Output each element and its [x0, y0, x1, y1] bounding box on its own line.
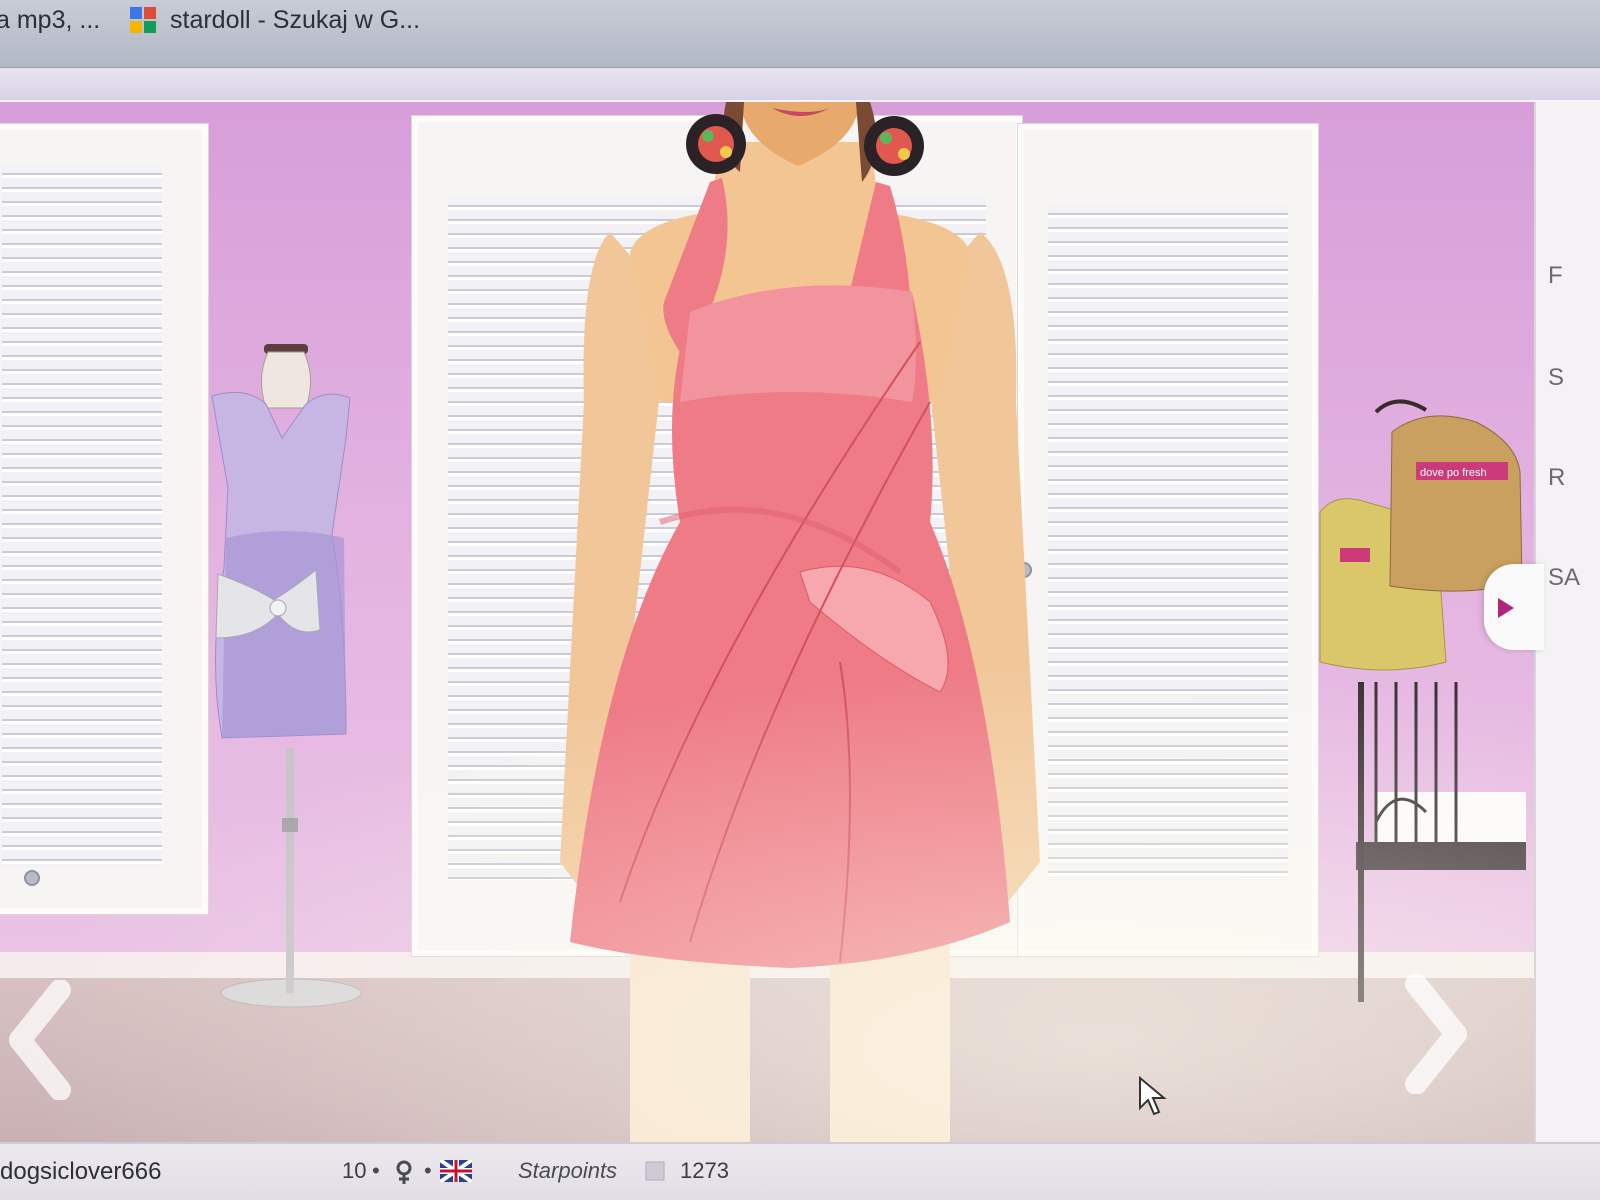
side-menu-item[interactable]: S — [1548, 364, 1564, 392]
tab-google-search[interactable]: stardoll - Szukaj w G... — [128, 0, 428, 40]
side-menu-item[interactable]: F — [1548, 262, 1563, 290]
avatar-doll[interactable] — [540, 102, 1060, 1142]
previous-arrow-icon[interactable] — [0, 980, 90, 1100]
username-link[interactable]: dogsiclover666 — [0, 1158, 161, 1186]
game-status-bar: dogsiclover666 10 • • Starpoints 1273 — [0, 1142, 1600, 1200]
tab-mp3[interactable]: a mp3, ... — [0, 0, 116, 40]
side-menu-item[interactable]: SA — [1548, 564, 1580, 592]
uk-flag-icon — [440, 1160, 472, 1182]
mouse-cursor-icon — [1139, 1076, 1167, 1116]
mannequin[interactable] — [196, 338, 376, 1018]
starpoints-value: 1273 — [680, 1158, 729, 1183]
starpoints-icon — [645, 1161, 665, 1181]
backpack-label: dove po fresh — [1420, 467, 1487, 479]
starpoints-label: Starpoints — [518, 1158, 618, 1183]
level-value: 10 — [342, 1158, 367, 1183]
side-menu-item[interactable]: R — [1548, 464, 1565, 492]
next-arrow-icon[interactable] — [1388, 974, 1478, 1094]
dressing-room-scene: dove po fresh — [0, 102, 1570, 1142]
google-search-favicon-icon — [130, 7, 156, 33]
tab-label: a mp3, ... — [0, 5, 101, 34]
tab-label: stardoll - Szukaj w G... — [170, 5, 421, 34]
separator-dot: • — [372, 1158, 380, 1183]
left-closet-door — [0, 124, 208, 914]
browser-toolbar — [0, 68, 1600, 102]
wardrobe-door-right — [1016, 124, 1318, 956]
play-arrow-icon — [1498, 598, 1514, 618]
browser-tab-bar: a mp3, ... stardoll - Szukaj w G... — [0, 0, 1600, 68]
separator-dot: • — [424, 1158, 432, 1183]
female-icon — [396, 1160, 412, 1184]
bed-frame — [1356, 682, 1526, 1002]
expand-panel-button[interactable] — [1484, 564, 1544, 650]
